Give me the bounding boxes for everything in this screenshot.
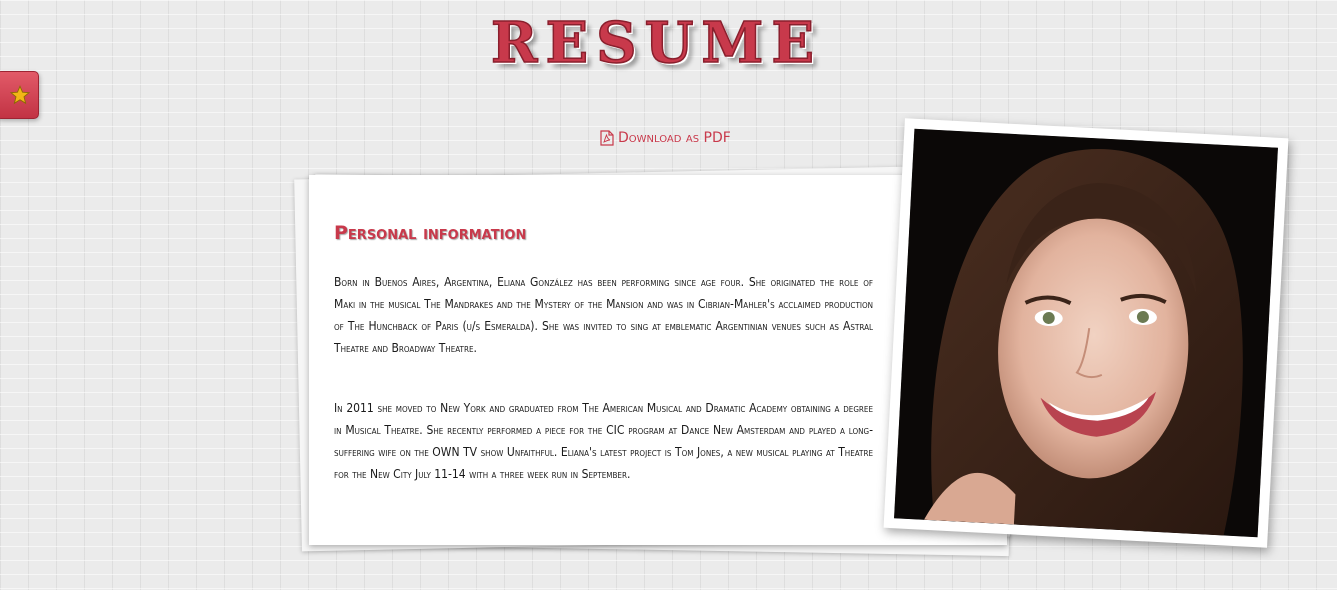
download-pdf-label: Download as PDF: [618, 130, 731, 146]
download-pdf-link[interactable]: Download as PDF: [600, 130, 731, 146]
star-icon: [9, 85, 30, 105]
bio-paragraph: Born in Buenos Aires, Argentina, Eliana …: [334, 275, 874, 355]
favorite-tab[interactable]: [0, 71, 39, 119]
section-heading-personal-information: Personal information: [334, 222, 527, 244]
page-title: RESUME: [490, 9, 823, 77]
profile-photo-frame: [883, 118, 1289, 548]
profile-photo: [894, 128, 1278, 538]
bio-paragraph: In 2011 she moved to New York and gradua…: [334, 401, 873, 481]
pdf-icon: [600, 130, 614, 146]
